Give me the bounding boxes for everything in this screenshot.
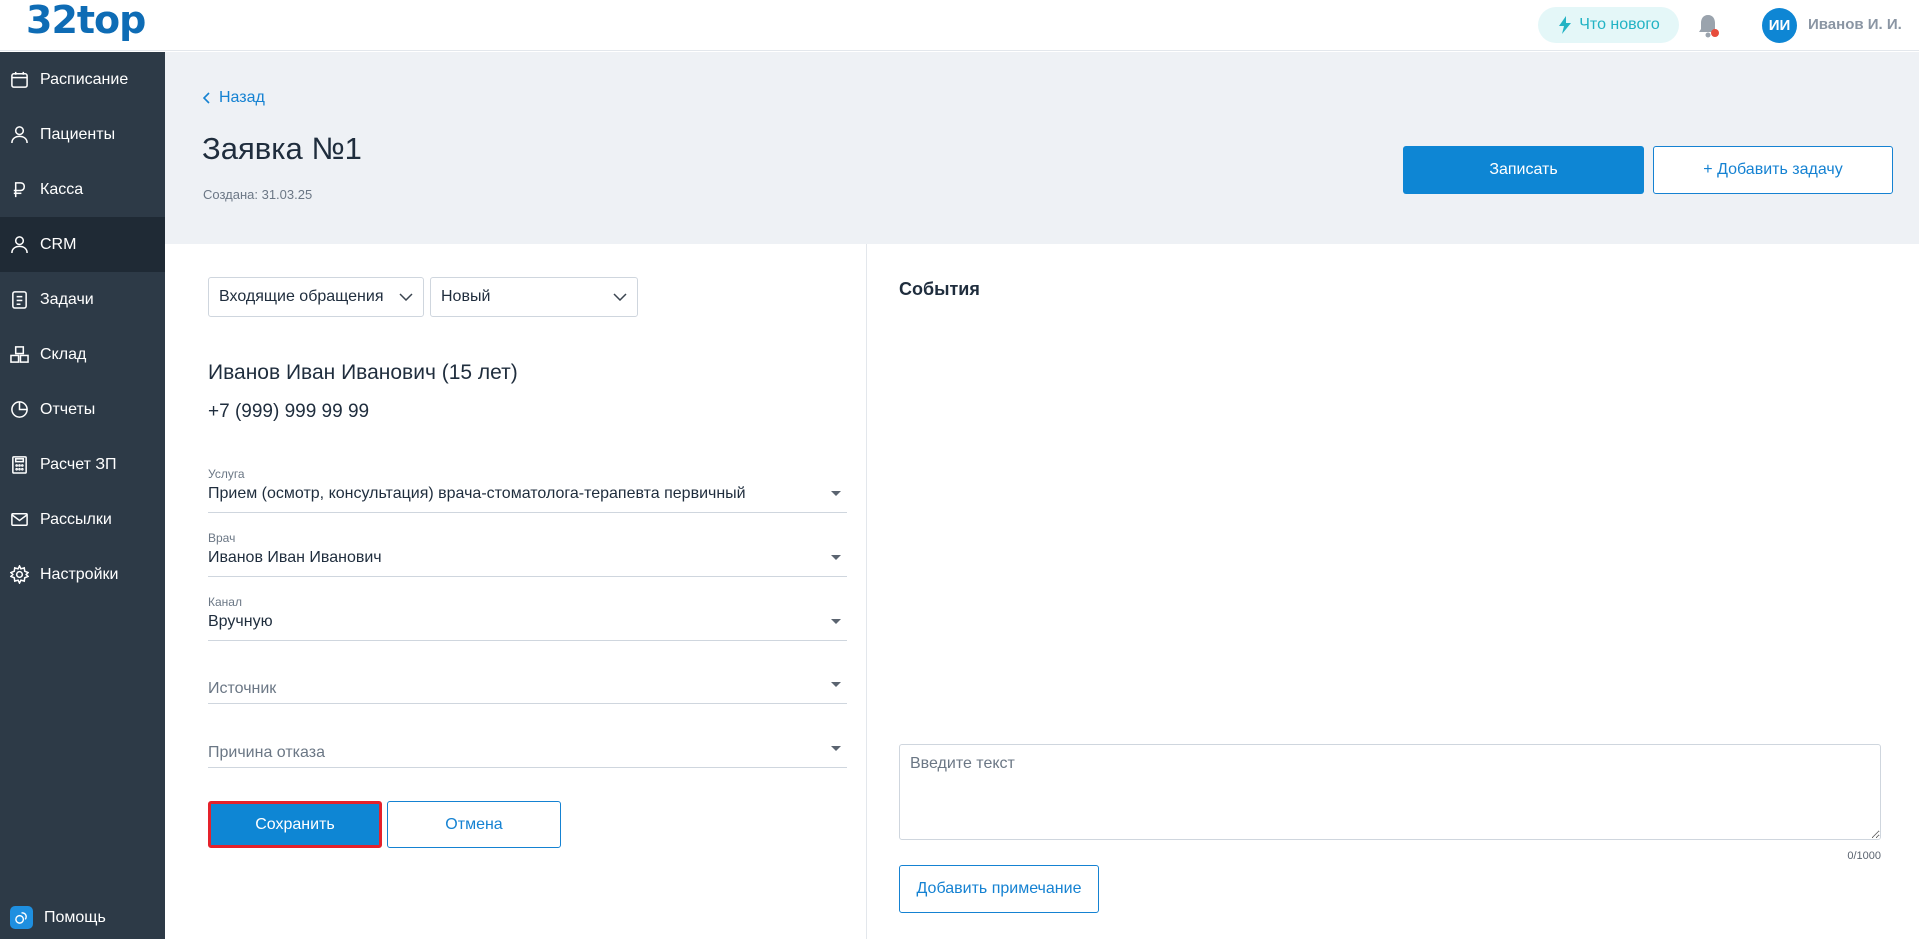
sidebar-item-schedule[interactable]: Расписание	[0, 52, 165, 107]
source-placeholder: Источник	[208, 680, 277, 697]
doctor-label: Врач	[208, 531, 236, 545]
caret-down-icon	[831, 746, 841, 751]
sidebar-item-label: Задачи	[40, 290, 94, 308]
request-form: Входящие обращения Новый Иванов Иван Ива…	[165, 244, 867, 939]
service-select[interactable]: Услуга Прием (осмотр, консультация) врач…	[208, 467, 847, 513]
back-link[interactable]: Назад	[203, 89, 265, 107]
calendar-icon	[11, 71, 28, 88]
sidebar-item-salary[interactable]: Расчет ЗП	[0, 437, 165, 492]
caret-down-icon	[831, 491, 841, 496]
note-textarea[interactable]	[899, 744, 1881, 840]
sidebar-item-label: Пациенты	[40, 125, 116, 143]
sidebar-item-patients[interactable]: Пациенты	[0, 107, 165, 162]
chevron-down-icon	[613, 293, 627, 301]
sidebar-item-cash[interactable]: Касса	[0, 162, 165, 217]
reject-reason-select[interactable]: Причина отказа	[208, 722, 847, 768]
sidebar-item-label: Расписание	[40, 70, 129, 88]
caret-down-icon	[831, 682, 841, 687]
chevron-down-icon	[399, 293, 413, 301]
sidebar-item-label: Рассылки	[40, 510, 112, 528]
gear-icon	[10, 565, 29, 584]
record-button[interactable]: Записать	[1403, 146, 1644, 194]
sidebar-item-tasks[interactable]: Задачи	[0, 272, 165, 327]
sidebar-item-label: Настройки	[40, 565, 119, 583]
help-link[interactable]: Помощь	[10, 906, 106, 929]
ruble-icon	[13, 182, 26, 198]
caret-down-icon	[831, 555, 841, 560]
back-label: Назад	[219, 89, 265, 106]
events-panel: События 0/1000 Добавить примечание	[868, 244, 1919, 939]
pie-chart-icon	[11, 401, 28, 418]
sidebar-item-warehouse[interactable]: Склад	[0, 327, 165, 382]
service-label: Услуга	[208, 467, 245, 481]
channel-value: Вручную	[208, 613, 273, 630]
sidebar-item-label: Касса	[40, 180, 84, 198]
tasks-icon	[12, 291, 27, 309]
reject-reason-placeholder: Причина отказа	[208, 744, 325, 761]
whats-new-label: Что нового	[1579, 16, 1660, 33]
add-note-button[interactable]: Добавить примечание	[899, 865, 1099, 913]
events-title: События	[899, 279, 980, 299]
avatar[interactable]: ИИ	[1762, 8, 1797, 43]
sidebar: Расписание Пациенты Касса CRM Задачи Скл…	[0, 52, 165, 939]
user-icon	[11, 126, 28, 144]
cancel-button[interactable]: Отмена	[387, 801, 561, 848]
help-label: Помощь	[44, 908, 106, 926]
top-bar: 32top Что нового ИИ Иванов И. И.	[0, 0, 1919, 51]
sidebar-item-settings[interactable]: Настройки	[0, 547, 165, 602]
category-select[interactable]: Входящие обращения	[208, 277, 424, 317]
whats-new-button[interactable]: Что нового	[1538, 7, 1679, 43]
user-icon	[11, 236, 28, 254]
sidebar-item-label: Склад	[40, 345, 87, 363]
doctor-value: Иванов Иван Иванович	[208, 549, 382, 566]
channel-label: Канал	[208, 595, 242, 609]
sidebar-item-label: CRM	[40, 235, 77, 253]
patient-name[interactable]: Иванов Иван Иванович (15 лет)	[208, 361, 518, 385]
character-counter: 0/1000	[1847, 850, 1881, 862]
page-title: Заявка №1	[202, 131, 362, 166]
calculator-icon	[12, 456, 27, 474]
help-chat-icon	[10, 906, 33, 929]
user-name[interactable]: Иванов И. И.	[1808, 16, 1902, 33]
status-select[interactable]: Новый	[430, 277, 638, 317]
sidebar-item-reports[interactable]: Отчеты	[0, 382, 165, 437]
notifications-bell-icon[interactable]	[1696, 13, 1720, 39]
channel-select[interactable]: Канал Вручную	[208, 595, 847, 641]
app-logo[interactable]: 32top	[26, 0, 146, 42]
mail-icon	[11, 513, 28, 526]
caret-down-icon	[831, 619, 841, 624]
service-value: Прием (осмотр, консультация) врача-стома…	[208, 485, 746, 502]
boxes-icon	[10, 346, 29, 363]
chevron-left-icon	[203, 92, 210, 104]
patient-phone: +7 (999) 999 99 99	[208, 401, 370, 422]
doctor-select[interactable]: Врач Иванов Иван Иванович	[208, 531, 847, 577]
lightning-icon	[1559, 16, 1572, 34]
sidebar-item-crm[interactable]: CRM	[0, 217, 165, 272]
notification-dot	[1711, 29, 1719, 37]
created-date: Создана: 31.03.25	[203, 187, 313, 202]
source-select[interactable]: Источник	[208, 658, 847, 704]
sidebar-item-mailings[interactable]: Рассылки	[0, 492, 165, 547]
sidebar-item-label: Отчеты	[40, 400, 96, 418]
save-button[interactable]: Сохранить	[208, 801, 382, 848]
add-task-button[interactable]: + Добавить задачу	[1653, 146, 1893, 194]
page-header: Назад Заявка №1 Создана: 31.03.25 Записа…	[165, 52, 1919, 244]
sidebar-item-label: Расчет ЗП	[40, 455, 117, 473]
status-value: Новый	[441, 288, 491, 305]
category-value: Входящие обращения	[219, 288, 384, 305]
